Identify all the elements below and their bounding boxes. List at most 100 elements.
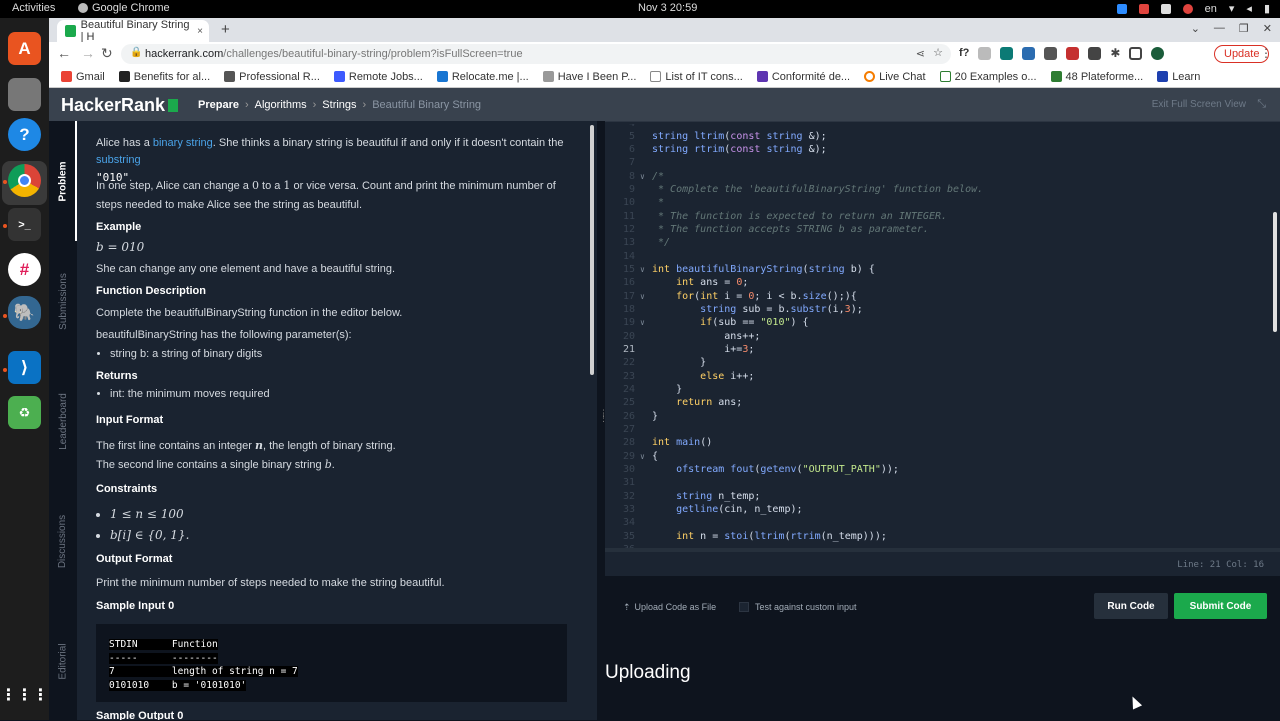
system-tray[interactable]: en ▾ ◂ ▮ — [1116, 2, 1270, 15]
maximize-icon[interactable]: ❐ — [1239, 22, 1249, 35]
editor-scrollbar[interactable] — [1272, 122, 1278, 576]
bookmark-item[interactable]: Have I Been P... — [542, 71, 636, 83]
pane-splitter[interactable]: ⋮ ⋮ — [597, 121, 608, 720]
wifi-icon[interactable]: ▾ — [1229, 2, 1235, 15]
fold-chevron-icon[interactable]: ∨ — [640, 292, 645, 301]
forward-icon[interactable]: → — [81, 45, 95, 61]
problem-scrollbar-thumb[interactable] — [590, 125, 594, 375]
lock-icon[interactable]: 🔒 — [130, 47, 142, 58]
hackerrank-logo[interactable]: HackerRank — [61, 95, 179, 116]
battery-icon[interactable]: ▮ — [1264, 2, 1270, 15]
sample-output-heading: Sample Output 0 — [96, 710, 184, 720]
bookmark-favicon — [436, 71, 448, 82]
close-window-icon[interactable]: ✕ — [1263, 22, 1272, 35]
bookmark-item[interactable]: Learn — [1157, 71, 1200, 83]
profile-avatar[interactable] — [1151, 46, 1165, 60]
bookmark-item[interactable]: Gmail — [61, 71, 105, 83]
fold-chevron-icon[interactable]: ∨ — [640, 318, 645, 327]
return-item: int: the minimum moves required — [110, 386, 270, 403]
bookmark-item[interactable]: 20 Examples o... — [939, 71, 1037, 83]
substring-link[interactable]: substring — [96, 154, 141, 166]
binary-string-link[interactable]: binary string — [153, 137, 213, 149]
custom-input-checkbox[interactable] — [739, 602, 749, 612]
app-name: Google Chrome — [92, 2, 170, 14]
custom-input-toggle[interactable]: Test against custom input — [739, 602, 857, 612]
extension-icon[interactable] — [1044, 46, 1058, 60]
bookmark-item[interactable]: Conformité de... — [756, 71, 850, 83]
fold-chevron-icon[interactable]: ∨ — [640, 172, 645, 181]
formula-ext-icon[interactable]: f? — [959, 47, 969, 59]
reload-icon[interactable]: ↻ — [101, 45, 113, 62]
chrome-running-dot — [3, 180, 7, 184]
logo-square-icon — [168, 99, 179, 112]
tab-leaderboard[interactable]: Leaderboard — [49, 361, 77, 481]
bookmark-favicon — [939, 71, 951, 82]
minimize-icon[interactable]: — — [1214, 22, 1225, 35]
crumb-strings[interactable]: Strings — [322, 99, 356, 111]
stop-tray-icon[interactable] — [1182, 3, 1193, 14]
files-icon[interactable] — [8, 78, 41, 111]
bookmark-item[interactable]: List of IT cons... — [650, 71, 743, 83]
zoom-tray-icon[interactable] — [1116, 3, 1127, 14]
run-code-button[interactable]: Run Code — [1094, 593, 1168, 619]
upload-code-button[interactable]: ⇡ Upload Code as File — [623, 602, 716, 613]
tab-problem[interactable]: Problem — [49, 121, 77, 241]
tab-active[interactable]: Beautiful Binary String | H × — [57, 19, 209, 43]
exit-fullscreen-link[interactable]: Exit Full Screen View — [1152, 99, 1246, 110]
extension-icon[interactable] — [1088, 46, 1102, 60]
fold-chevron-icon[interactable]: ∨ — [640, 265, 645, 274]
bookmark-star-icon[interactable]: ☆ — [933, 46, 943, 59]
constraint-item: b[i] ∈ {0, 1}. — [110, 526, 189, 545]
crumb-algorithms[interactable]: Algorithms — [255, 99, 307, 111]
tab-close-icon[interactable]: × — [197, 26, 203, 37]
back-icon[interactable]: ← — [57, 45, 71, 61]
crumb-separator: › — [312, 99, 317, 111]
app-grid-icon[interactable]: ⋮⋮⋮ — [1, 678, 49, 711]
problem-scrollbar[interactable] — [587, 121, 597, 720]
terminal-icon[interactable]: >_ — [8, 208, 41, 241]
record-tray-icon[interactable] — [1138, 3, 1149, 14]
tab-submissions[interactable]: Submissions — [49, 241, 77, 361]
bookmark-item[interactable]: Remote Jobs... — [333, 71, 423, 83]
activities-button[interactable]: Activities — [12, 2, 55, 14]
extension-icon[interactable] — [1000, 46, 1014, 60]
code-area[interactable]: 4 5string ltrim(const string &); 6string… — [605, 124, 1265, 554]
trash-icon[interactable]: ♻ — [8, 396, 41, 429]
bookmark-item[interactable]: Professional R... — [224, 71, 320, 83]
code-editor[interactable]: 4 5string ltrim(const string &); 6string… — [605, 121, 1280, 576]
submit-code-button[interactable]: Submit Code — [1174, 593, 1267, 619]
app-menu[interactable]: Google Chrome — [78, 2, 170, 14]
extension-icon[interactable] — [1022, 46, 1036, 60]
new-tab-button[interactable]: + — [221, 21, 230, 38]
volume-icon[interactable]: ◂ — [1246, 2, 1252, 15]
clock[interactable]: Nov 3 20:59 — [638, 2, 697, 14]
tab-search-icon[interactable]: ⌄ — [1191, 22, 1200, 35]
share-icon[interactable]: ⋖ — [916, 47, 925, 60]
bookmark-item[interactable]: Benefits for al... — [118, 71, 210, 83]
bookmark-item[interactable]: Relocate.me |... — [436, 71, 529, 83]
slack-icon[interactable]: # — [8, 253, 41, 286]
exit-fullscreen-icon[interactable]: ⤡ — [1257, 98, 1266, 111]
vscode-icon[interactable]: ⟩ — [8, 351, 41, 384]
screen-tray-icon[interactable] — [1160, 3, 1171, 14]
extension-icon[interactable] — [978, 46, 992, 60]
language-indicator[interactable]: en — [1205, 3, 1217, 15]
bookmark-item[interactable]: Live Chat — [864, 71, 926, 83]
tab-discussions[interactable]: Discussions — [49, 481, 77, 601]
chrome-icon[interactable] — [8, 164, 41, 197]
reading-list-icon[interactable] — [1129, 46, 1143, 60]
extension-icon[interactable] — [1066, 46, 1080, 60]
crumb-prepare[interactable]: Prepare — [198, 99, 239, 111]
tab-editorial[interactable]: Editorial — [49, 601, 77, 721]
app-center-icon[interactable]: A — [8, 32, 41, 65]
help-icon[interactable]: ? — [8, 118, 41, 151]
chrome-menu-icon[interactable]: ⋮ — [1260, 46, 1272, 60]
bookmark-favicon — [864, 71, 876, 82]
postgres-icon[interactable]: 🐘 — [8, 296, 41, 329]
editor-scrollbar-thumb[interactable] — [1273, 212, 1277, 332]
puzzle-icon[interactable]: ✱ — [1110, 46, 1120, 60]
editor-hscrollbar[interactable] — [605, 548, 1280, 552]
fold-chevron-icon[interactable]: ∨ — [640, 452, 645, 461]
bookmark-item[interactable]: 48 Plateforme... — [1050, 71, 1143, 83]
address-bar[interactable]: 🔒 hackerrank.com/challenges/beautiful-bi… — [121, 44, 951, 64]
